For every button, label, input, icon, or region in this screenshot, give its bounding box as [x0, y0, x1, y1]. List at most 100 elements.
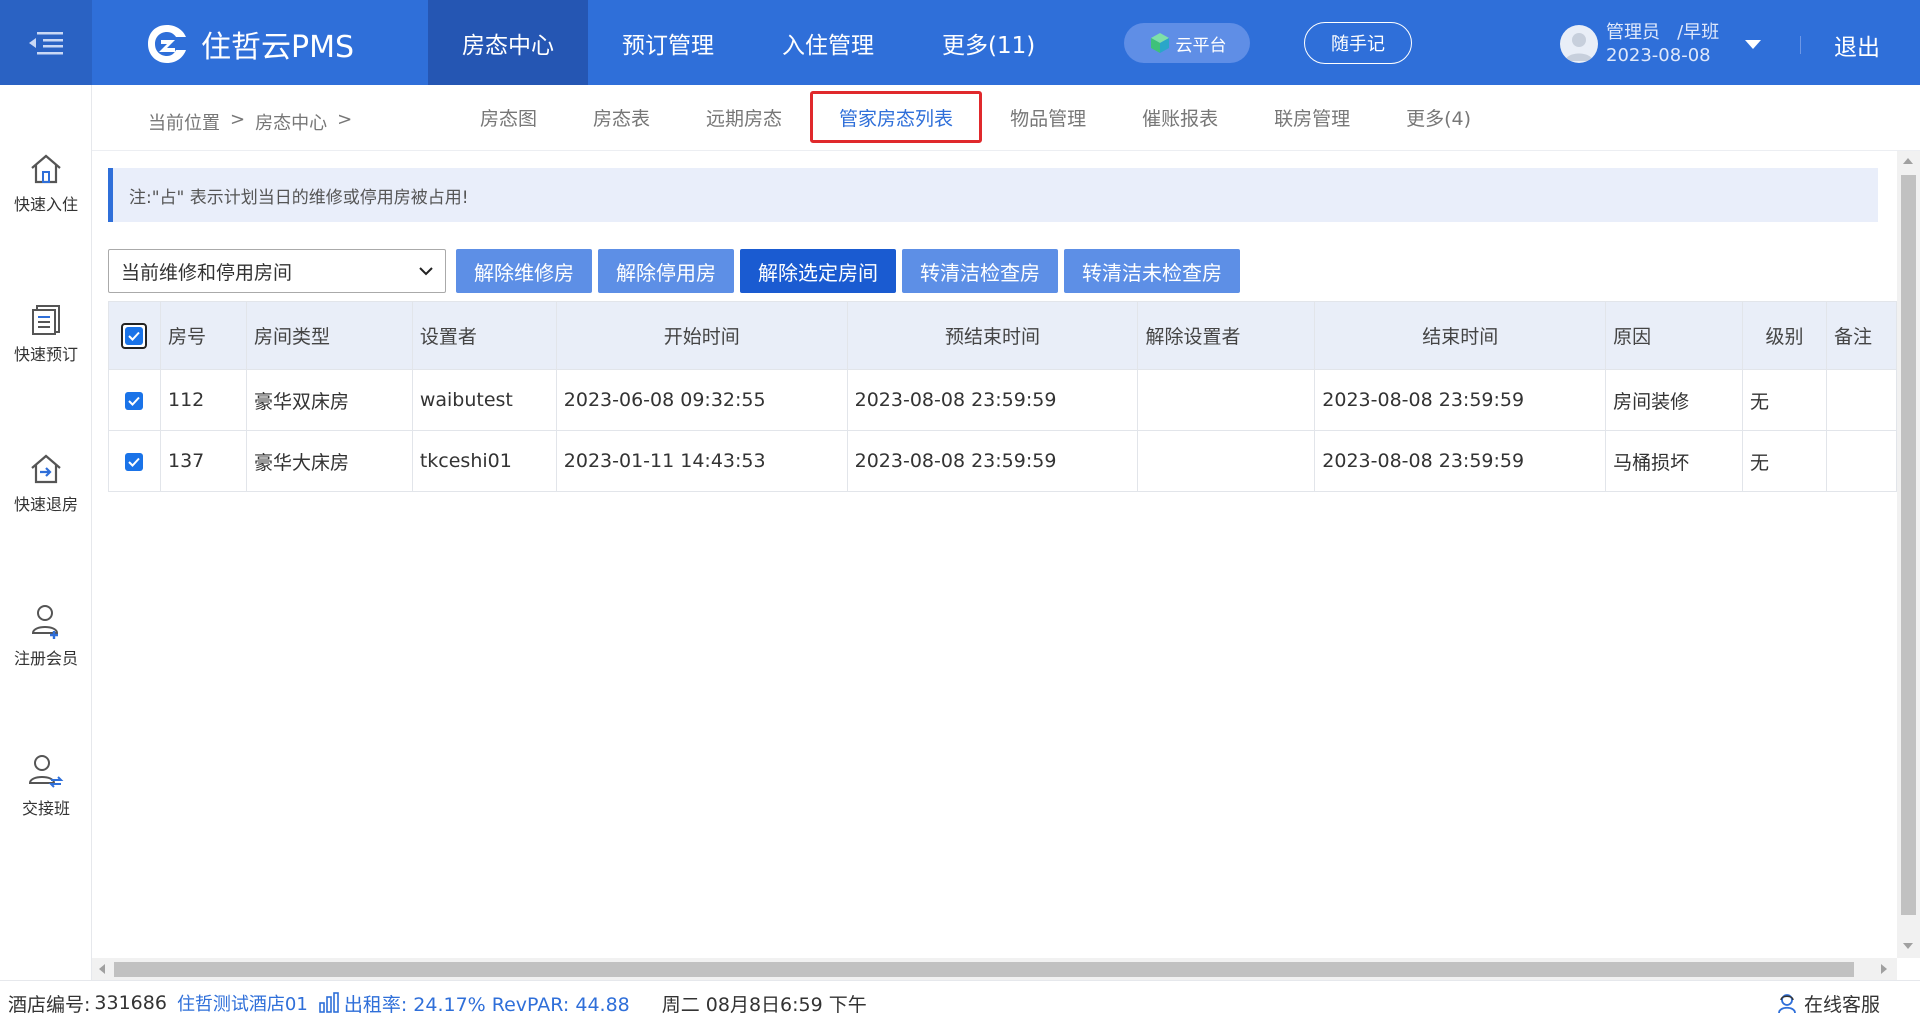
tab-room-table[interactable]: 房态表	[565, 97, 678, 137]
toolbar: 当前维修和停用房间 解除维修房 解除停用房 解除选定房间 转清洁检查房 转清洁未…	[108, 249, 1240, 293]
occupancy-stats: 出租率: 24.17% RevPAR: 44.88	[343, 993, 630, 1016]
check-icon	[128, 457, 141, 467]
sidebar-item-quick-booking[interactable]: 快速预订	[0, 303, 92, 365]
row-checkbox[interactable]	[125, 452, 144, 471]
scroll-thumb[interactable]	[114, 962, 1854, 977]
tab-more[interactable]: 更多(4)	[1378, 97, 1499, 137]
online-support-label: 在线客服	[1803, 993, 1880, 1016]
table-header-row: 房号 房间类型 设置者 开始时间 预结束时间 解除设置者 结束时间 原因 级别 …	[108, 301, 1897, 370]
bar-chart-icon	[319, 992, 339, 1013]
user-info: 管理员 /早班 2023-08-08	[1606, 21, 1719, 67]
checkout-icon	[31, 454, 61, 484]
breadcrumb-label: 当前位置	[148, 113, 220, 134]
scroll-down-arrow-icon[interactable]	[1903, 943, 1913, 949]
cell-room-type: 豪华大床房	[245, 430, 413, 492]
status-bar: 酒店编号: 331686 住哲测试酒店01 出租率: 24.17% RevPAR…	[0, 980, 1920, 1025]
top-bar: 住哲云PMS 房态中心 预订管理 入住管理 更多(11) 云平台 随手记 管理员…	[0, 0, 1920, 85]
sidebar-item-register-member[interactable]: 注册会员	[0, 603, 92, 669]
user-shift: /早班	[1677, 22, 1720, 43]
user-menu[interactable]: 管理员 /早班 2023-08-08	[1560, 18, 1762, 70]
column-header: 结束时间	[1314, 301, 1607, 370]
check-icon	[128, 396, 141, 406]
online-support-button[interactable]: 在线客服	[1776, 990, 1880, 1017]
select-all-checkbox[interactable]	[121, 322, 148, 349]
cloud-platform-button[interactable]: 云平台	[1124, 23, 1250, 63]
breadcrumb: 当前位置 > 房态中心 >	[148, 109, 352, 135]
room-filter-value: 当前维修和停用房间	[121, 261, 293, 284]
cell-start-time: 2023-06-08 09:32:55	[555, 369, 848, 431]
tab-linked-rooms[interactable]: 联房管理	[1246, 97, 1378, 137]
cloud-platform-label: 云平台	[1175, 35, 1227, 56]
sidebar-item-quick-checkin[interactable]: 快速入住	[0, 153, 92, 215]
nav-item-checkin[interactable]: 入住管理	[748, 0, 908, 85]
room-status-table: 房号 房间类型 设置者 开始时间 预结束时间 解除设置者 结束时间 原因 级别 …	[108, 301, 1897, 492]
column-header: 房间类型	[245, 301, 413, 370]
sidebar-item-shift-handover[interactable]: 交接班	[0, 753, 92, 819]
room-filter-select[interactable]: 当前维修和停用房间	[108, 249, 446, 293]
breadcrumb-current[interactable]: 房态中心	[255, 109, 327, 135]
tab-room-map[interactable]: 房态图	[452, 97, 565, 137]
sub-nav: 当前位置 > 房态中心 > 房态图 房态表 远期房态 管家房态列表 物品管理 催…	[92, 85, 1920, 151]
logo-icon	[148, 25, 186, 63]
table-row[interactable]: 112 豪华双床房 waibutest 2023-06-08 09:32:55 …	[108, 369, 1897, 431]
cell-releaser	[1137, 430, 1316, 492]
table-row[interactable]: 137 豪华大床房 tkceshi01 2023-01-11 14:43:53 …	[108, 430, 1897, 492]
chevron-down-icon	[1745, 39, 1762, 49]
cell-setter: waibutest	[411, 369, 557, 431]
column-header: 设置者	[411, 301, 557, 370]
cell-reason: 房间装修	[1605, 369, 1744, 431]
horizontal-scrollbar[interactable]	[92, 958, 1897, 980]
scroll-right-arrow-icon[interactable]	[1881, 964, 1887, 974]
menu-icon	[29, 31, 63, 54]
cell-setter: tkceshi01	[411, 430, 557, 492]
scroll-left-arrow-icon[interactable]	[99, 964, 105, 974]
nav-item-more[interactable]: 更多(11)	[908, 0, 1069, 85]
scroll-thumb[interactable]	[1901, 175, 1916, 915]
user-add-icon	[31, 605, 59, 639]
menu-toggle-button[interactable]	[0, 0, 92, 85]
cell-level: 无	[1742, 369, 1827, 431]
tab-housekeeping-list[interactable]: 管家房态列表	[810, 91, 983, 143]
cell-room-number: 112	[159, 369, 247, 431]
cell-end-time: 2023-08-08 23:59:59	[1314, 369, 1607, 431]
breadcrumb-separator: >	[337, 109, 353, 130]
release-maintenance-button[interactable]: 解除维修房	[456, 249, 592, 293]
column-header: 房号	[159, 301, 247, 370]
user-role: 管理员	[1606, 22, 1660, 43]
to-clean-inspected-button[interactable]: 转清洁检查房	[902, 249, 1058, 293]
user-swap-icon	[28, 755, 64, 788]
column-header: 开始时间	[555, 301, 848, 370]
vertical-scrollbar[interactable]	[1897, 151, 1920, 958]
hotel-code-label: 酒店编号:	[8, 993, 91, 1016]
cell-releaser	[1137, 369, 1316, 431]
tab-future-status[interactable]: 远期房态	[678, 97, 810, 137]
nav-item-reservations[interactable]: 预订管理	[588, 0, 748, 85]
sub-tabs: 房态图 房态表 远期房态 管家房态列表 物品管理 催账报表 联房管理 更多(4)	[452, 91, 1499, 143]
release-disabled-button[interactable]: 解除停用房	[598, 249, 734, 293]
cell-end-time: 2023-08-08 23:59:59	[1314, 430, 1607, 492]
cell-reason: 马桶损坏	[1605, 430, 1744, 492]
to-clean-uninspected-button[interactable]: 转清洁未检查房	[1064, 249, 1240, 293]
cell-planned-end-time: 2023-08-08 23:59:59	[846, 369, 1139, 431]
tab-item-management[interactable]: 物品管理	[982, 97, 1114, 137]
scroll-up-arrow-icon[interactable]	[1903, 158, 1913, 164]
hotel-name: 住哲测试酒店01	[176, 994, 308, 1015]
row-checkbox[interactable]	[125, 391, 144, 410]
check-icon	[128, 331, 141, 341]
sidebar-item-quick-checkout[interactable]: 快速退房	[0, 453, 92, 515]
main-nav: 房态中心 预订管理 入住管理 更多(11)	[428, 0, 1069, 85]
datetime: 周二 08月8日6:59 下午	[661, 993, 867, 1016]
sidebar-item-label: 快速预订	[13, 345, 78, 364]
tab-dunning-report[interactable]: 催账报表	[1114, 97, 1246, 137]
nav-item-room-status[interactable]: 房态中心	[428, 0, 588, 85]
column-header: 备注	[1825, 301, 1897, 370]
cell-room-number: 137	[159, 430, 247, 492]
quick-note-button[interactable]: 随手记	[1304, 22, 1412, 64]
main-content: 注:"占" 表示计划当日的维修或停用房被占用! 当前维修和停用房间 解除维修房 …	[92, 151, 1897, 958]
column-header: 原因	[1605, 301, 1744, 370]
column-header: 级别	[1742, 301, 1827, 370]
logout-button[interactable]: 退出	[1834, 28, 1880, 62]
release-selected-button[interactable]: 解除选定房间	[740, 249, 896, 293]
sidebar-item-label: 注册会员	[13, 649, 78, 668]
app-logo[interactable]: 住哲云PMS	[145, 22, 354, 66]
